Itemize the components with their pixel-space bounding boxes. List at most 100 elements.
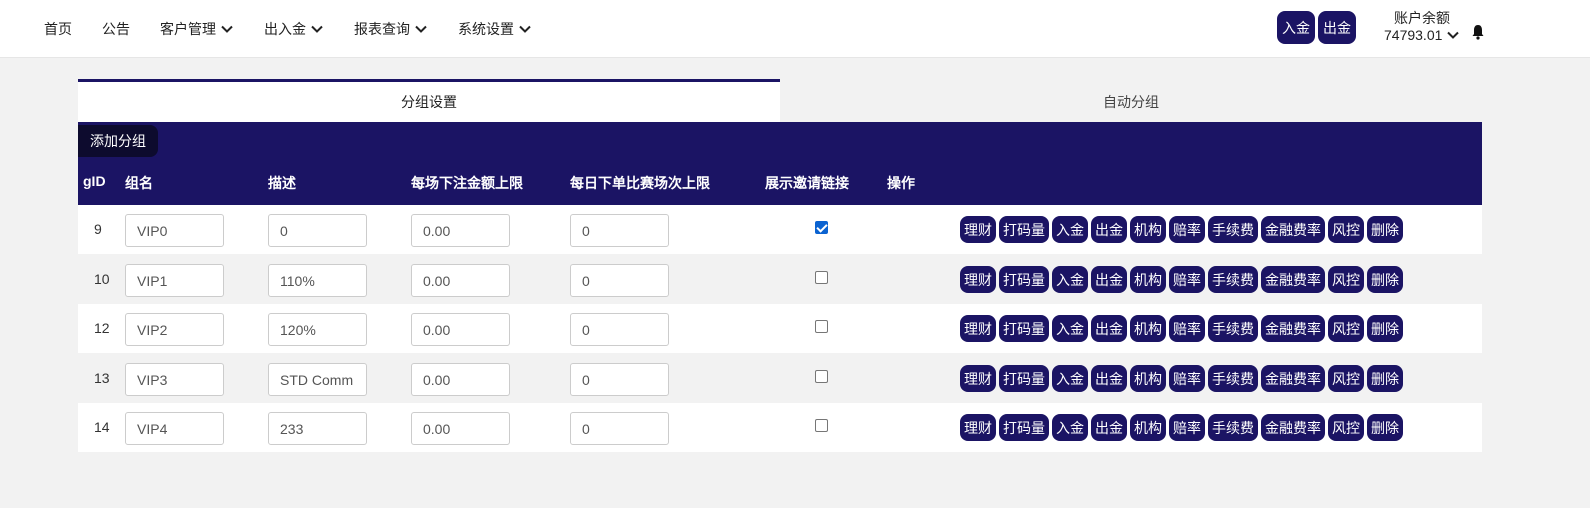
nav-reports[interactable]: 报表查询 <box>354 19 428 39</box>
table-header: 添加分组 gID 组名 描述 每场下注金额上限 每日下单比赛场次上限 展示邀请链… <box>78 122 1482 205</box>
finance-rate-button[interactable]: 金融费率 <box>1261 216 1325 243</box>
deposit-button[interactable]: 入金 <box>1052 414 1088 441</box>
group-tabs: 分组设置 自动分组 <box>78 79 1482 122</box>
group-id: 9 <box>94 221 102 237</box>
risk-control-button[interactable]: 风控 <box>1328 266 1364 293</box>
invite-link-checkbox[interactable] <box>815 370 828 383</box>
institution-button[interactable]: 机构 <box>1130 315 1166 342</box>
deposit-button[interactable]: 入金 <box>1052 266 1088 293</box>
table-row: 10 理财打码量入金出金机构赔率手续费金融费率风控删除 <box>78 255 1482 304</box>
institution-button[interactable]: 机构 <box>1130 266 1166 293</box>
nav-notice[interactable]: 公告 <box>102 19 130 39</box>
fee-button[interactable]: 手续费 <box>1208 365 1258 392</box>
description-input[interactable] <box>268 264 367 297</box>
column-header-operations: 操作 <box>887 175 915 191</box>
withdraw-button[interactable]: 出金 <box>1091 315 1127 342</box>
group-name-input[interactable] <box>125 214 224 247</box>
group-name-input[interactable] <box>125 313 224 346</box>
institution-button[interactable]: 机构 <box>1130 365 1166 392</box>
fee-button[interactable]: 手续费 <box>1208 315 1258 342</box>
odds-button[interactable]: 赔率 <box>1169 216 1205 243</box>
row-actions: 理财 打码量 入金 出金 机构 赔率 手续费 金融费率 风控 删除 <box>960 414 1406 441</box>
withdraw-button[interactable]: 出金 <box>1091 216 1127 243</box>
wager-volume-button[interactable]: 打码量 <box>999 365 1049 392</box>
wager-volume-button[interactable]: 打码量 <box>999 414 1049 441</box>
nav-customer-management[interactable]: 客户管理 <box>160 19 234 39</box>
invite-link-checkbox[interactable] <box>815 221 828 234</box>
wealth-button[interactable]: 理财 <box>960 266 996 293</box>
group-id: 13 <box>94 370 110 386</box>
risk-control-button[interactable]: 风控 <box>1328 216 1364 243</box>
wealth-button[interactable]: 理财 <box>960 365 996 392</box>
wealth-button[interactable]: 理财 <box>960 216 996 243</box>
nav-system-settings[interactable]: 系统设置 <box>458 19 532 39</box>
wealth-button[interactable]: 理财 <box>960 315 996 342</box>
withdraw-button[interactable]: 出金 <box>1091 266 1127 293</box>
finance-rate-button[interactable]: 金融费率 <box>1261 266 1325 293</box>
fee-button[interactable]: 手续费 <box>1208 216 1258 243</box>
odds-button[interactable]: 赔率 <box>1169 266 1205 293</box>
wager-volume-button[interactable]: 打码量 <box>999 315 1049 342</box>
fee-button[interactable]: 手续费 <box>1208 414 1258 441</box>
delete-button[interactable]: 删除 <box>1367 315 1403 342</box>
bet-limit-input[interactable] <box>411 412 510 445</box>
nav-deposit-withdraw[interactable]: 出入金 <box>264 19 324 39</box>
add-group-button[interactable]: 添加分组 <box>78 125 158 157</box>
risk-control-button[interactable]: 风控 <box>1328 365 1364 392</box>
odds-button[interactable]: 赔率 <box>1169 365 1205 392</box>
column-header-invite-link: 展示邀请链接 <box>765 175 849 191</box>
finance-rate-button[interactable]: 金融费率 <box>1261 414 1325 441</box>
table-row: 12 理财打码量入金出金机构赔率手续费金融费率风控删除 <box>78 304 1482 353</box>
delete-button[interactable]: 删除 <box>1367 365 1403 392</box>
delete-button[interactable]: 删除 <box>1367 216 1403 243</box>
withdraw-button[interactable]: 出金 <box>1318 11 1356 44</box>
description-input[interactable] <box>268 363 367 396</box>
wealth-button[interactable]: 理财 <box>960 414 996 441</box>
invite-link-checkbox[interactable] <box>815 419 828 432</box>
wager-volume-button[interactable]: 打码量 <box>999 216 1049 243</box>
delete-button[interactable]: 删除 <box>1367 414 1403 441</box>
institution-button[interactable]: 机构 <box>1130 216 1166 243</box>
delete-button[interactable]: 删除 <box>1367 266 1403 293</box>
risk-control-button[interactable]: 风控 <box>1328 414 1364 441</box>
daily-limit-input[interactable] <box>570 412 669 445</box>
nav-home[interactable]: 首页 <box>44 19 72 39</box>
odds-button[interactable]: 赔率 <box>1169 414 1205 441</box>
daily-limit-input[interactable] <box>570 363 669 396</box>
withdraw-button[interactable]: 出金 <box>1091 365 1127 392</box>
deposit-button[interactable]: 入金 <box>1052 216 1088 243</box>
odds-button[interactable]: 赔率 <box>1169 315 1205 342</box>
description-input[interactable] <box>268 313 367 346</box>
deposit-button[interactable]: 入金 <box>1052 365 1088 392</box>
nav-customer-label: 客户管理 <box>160 21 216 37</box>
deposit-button[interactable]: 入金 <box>1277 11 1315 44</box>
fee-button[interactable]: 手续费 <box>1208 266 1258 293</box>
bet-limit-input[interactable] <box>411 264 510 297</box>
bet-limit-input[interactable] <box>411 214 510 247</box>
tab-group-settings[interactable]: 分组设置 <box>78 79 780 122</box>
group-name-input[interactable] <box>125 363 224 396</box>
tab-auto-group[interactable]: 自动分组 <box>780 79 1482 122</box>
finance-rate-button[interactable]: 金融费率 <box>1261 365 1325 392</box>
daily-limit-input[interactable] <box>570 313 669 346</box>
daily-limit-input[interactable] <box>570 264 669 297</box>
column-header-description: 描述 <box>268 175 296 191</box>
nav-settings-label: 系统设置 <box>458 21 514 37</box>
group-name-input[interactable] <box>125 412 224 445</box>
daily-limit-input[interactable] <box>570 214 669 247</box>
deposit-button[interactable]: 入金 <box>1052 315 1088 342</box>
risk-control-button[interactable]: 风控 <box>1328 315 1364 342</box>
finance-rate-button[interactable]: 金融费率 <box>1261 315 1325 342</box>
bet-limit-input[interactable] <box>411 363 510 396</box>
balance-dropdown[interactable]: 74793.01 <box>1384 27 1460 43</box>
institution-button[interactable]: 机构 <box>1130 414 1166 441</box>
wager-volume-button[interactable]: 打码量 <box>999 266 1049 293</box>
description-input[interactable] <box>268 214 367 247</box>
bet-limit-input[interactable] <box>411 313 510 346</box>
withdraw-button[interactable]: 出金 <box>1091 414 1127 441</box>
bell-icon[interactable] <box>1471 24 1485 40</box>
description-input[interactable] <box>268 412 367 445</box>
group-name-input[interactable] <box>125 264 224 297</box>
invite-link-checkbox[interactable] <box>815 271 828 284</box>
invite-link-checkbox[interactable] <box>815 320 828 333</box>
